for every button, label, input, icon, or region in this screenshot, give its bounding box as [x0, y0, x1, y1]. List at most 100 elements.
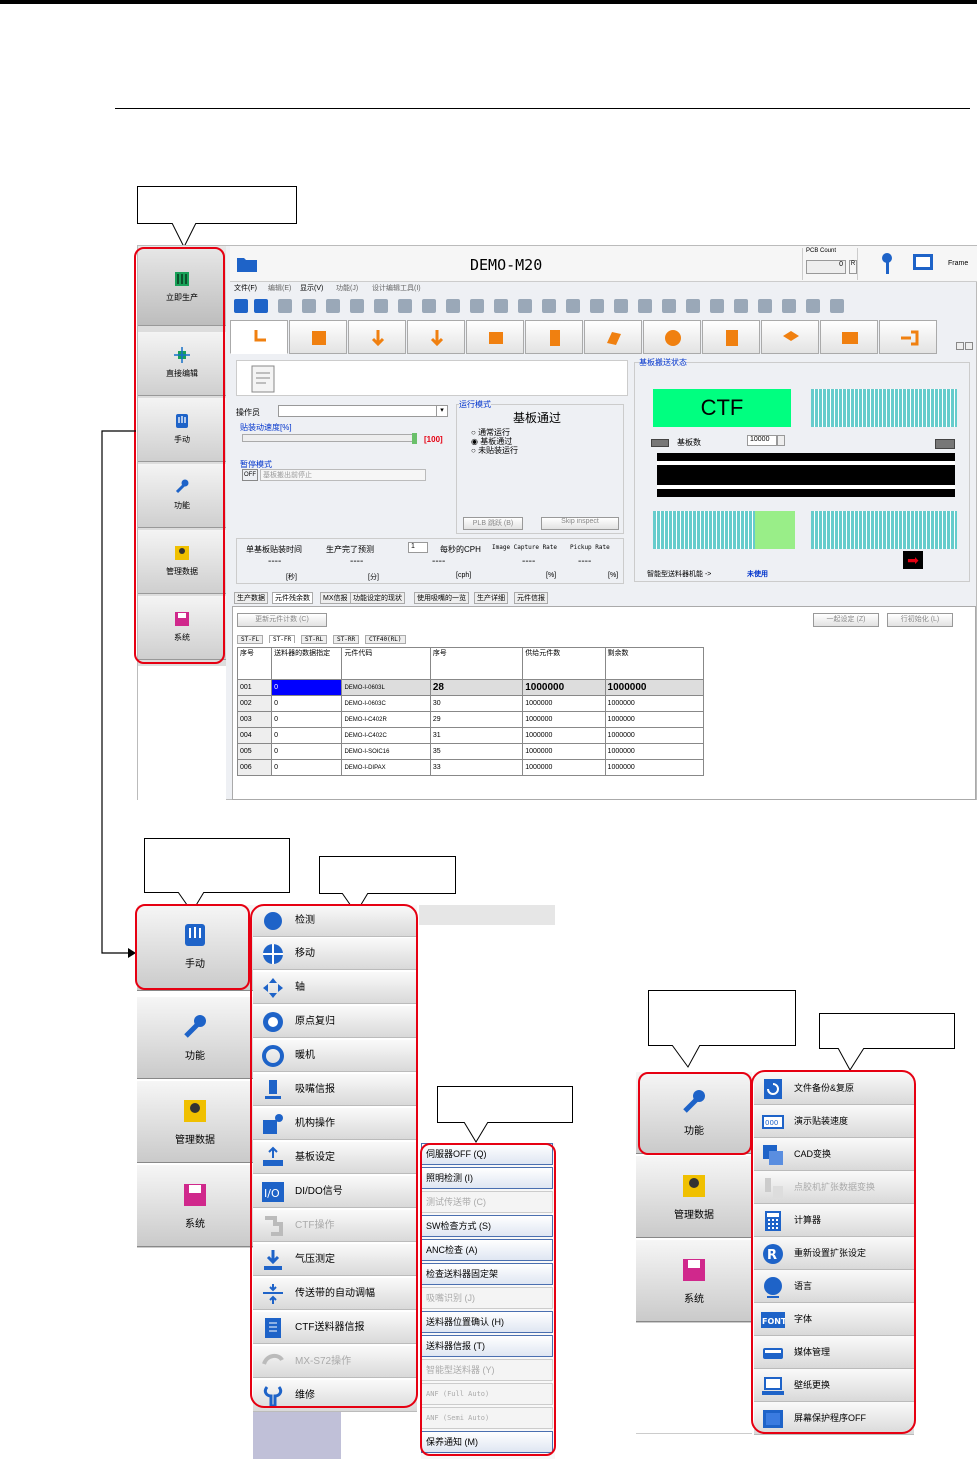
subtab-st-rl[interactable]: ST-RL [301, 635, 328, 644]
arrow-right-icon[interactable]: ➡ [903, 551, 923, 569]
align-center-icon[interactable] [518, 299, 532, 313]
subtab-st-fr[interactable]: ST-FR [269, 635, 296, 643]
slider-thumb[interactable] [412, 433, 417, 444]
notepad-icon[interactable] [249, 364, 279, 394]
subtab-ctf40[interactable]: CTF40(RL) [365, 635, 406, 644]
tab-document[interactable] [702, 320, 760, 354]
align-right-icon[interactable] [542, 299, 556, 313]
tab-transfer[interactable] [879, 320, 937, 354]
stack-icon[interactable] [806, 299, 820, 313]
export-icon[interactable] [830, 299, 844, 313]
subtab-st-fl[interactable]: ST-FL [237, 635, 264, 644]
tab-remaining[interactable]: 元件残余数 [272, 592, 313, 604]
table-row[interactable]: 003 0 DEMO-I-C402R 29 1000000 1000000 [236, 711, 705, 728]
zoom-icon[interactable] [302, 299, 316, 313]
tab-mx-info[interactable]: MX信报 [320, 592, 351, 604]
table-cell[interactable]: 0 [271, 679, 343, 696]
tab-layers[interactable] [761, 320, 819, 354]
monitor-icon[interactable] [912, 253, 934, 273]
copy-icon[interactable] [350, 299, 364, 313]
tab-production-data[interactable]: 生产数据 [234, 592, 268, 604]
tab-board[interactable] [466, 320, 524, 354]
manual-side-label: 系统 [185, 1219, 205, 1230]
manual-side-system[interactable]: 系统 [137, 1165, 253, 1247]
tab-scroll-left-button[interactable] [956, 342, 964, 350]
table-cell: 29 [429, 711, 524, 728]
table-row[interactable]: 001 0 DEMO-I-0603L 28 1000000 1000000 [236, 679, 705, 696]
tab-shape[interactable] [584, 320, 642, 354]
delete-row-icon[interactable] [422, 299, 436, 313]
save-icon[interactable] [254, 299, 268, 313]
tab-nozzle[interactable] [348, 320, 406, 354]
grid-icon[interactable] [662, 299, 676, 313]
tab-placement[interactable] [230, 320, 288, 354]
new-file-icon[interactable] [234, 299, 248, 313]
pause-select[interactable]: 基板搬出前停止 [260, 469, 426, 481]
align-left-icon[interactable] [494, 299, 508, 313]
pcb-count-reset-button[interactable]: R [849, 260, 857, 274]
layout-icon[interactable] [782, 299, 796, 313]
flow-icon[interactable] [590, 299, 604, 313]
update-count-button[interactable]: 更新元件计数 (C) [237, 613, 327, 627]
key-icon[interactable] [880, 252, 894, 276]
check-icon[interactable] [710, 299, 724, 313]
spinner-field[interactable]: 1 [408, 542, 428, 553]
highlight-manual-menu [250, 904, 418, 1408]
tab-scroll-right-button[interactable] [965, 342, 973, 350]
cut-icon[interactable] [326, 299, 340, 313]
board-count-spinner[interactable] [777, 435, 785, 446]
menu-view[interactable]: 显示(V) [300, 283, 323, 293]
manual-side-data[interactable]: 管理数据 [137, 1081, 253, 1163]
callout-function-side-pointer [671, 1045, 701, 1068]
search-icon[interactable] [278, 299, 292, 313]
settings-icon[interactable] [638, 299, 652, 313]
manual-side-function[interactable]: 功能 [137, 997, 253, 1079]
menu-function[interactable]: 功能(J) [336, 283, 358, 293]
tree-icon[interactable] [566, 299, 580, 313]
operator-label: 操作员 [236, 408, 260, 417]
subtabs: ST-FL ST-FR ST-RL ST-RR CTF40(RL) [237, 635, 437, 646]
menu-file[interactable]: 文件(F) [234, 283, 257, 293]
function-side-system[interactable]: 系统 [636, 1240, 752, 1322]
table-cell: 0 [271, 695, 343, 712]
stat-unit: [秒] [286, 574, 297, 581]
skip-inspect-button[interactable]: Skip inspect [541, 517, 619, 530]
speed-slider[interactable] [242, 433, 417, 444]
paste-icon[interactable] [374, 299, 388, 313]
row-init-button[interactable]: 行初始化 (L) [887, 613, 953, 627]
board-count-field[interactable]: 10000 [747, 435, 777, 446]
subtab-st-rr[interactable]: ST-RR [333, 635, 360, 644]
table-row[interactable]: 005 0 DEMO-I-SOIC16 35 1000000 1000000 [236, 743, 705, 760]
menu-tools[interactable]: 设计编辑工具(I) [372, 283, 421, 293]
stat-label: 生产完了预测 [326, 545, 374, 554]
image-icon[interactable] [686, 299, 700, 313]
tab-bars[interactable] [820, 320, 878, 354]
tab-parts[interactable] [525, 320, 583, 354]
function-side-data[interactable]: 管理数据 [636, 1156, 752, 1238]
tab-production-detail[interactable]: 生产详细 [474, 592, 508, 604]
table-row[interactable]: 006 0 DEMO-I-DIPAX 33 1000000 1000000 [236, 759, 705, 776]
pause-toggle[interactable]: OFF [242, 469, 258, 481]
folder-icon[interactable] [236, 255, 258, 273]
table-row[interactable]: 002 0 DEMO-I-0603C 30 1000000 1000000 [236, 695, 705, 712]
plb-skip-button[interactable]: PLB 跳跃 (B) [463, 517, 523, 530]
tab-parts-info[interactable]: 元件信报 [514, 592, 548, 604]
tab-nozzle-list[interactable]: 使用吸嘴的一览 [414, 592, 469, 604]
insert-icon[interactable] [398, 299, 412, 313]
menu-edit[interactable]: 编辑(E) [268, 283, 291, 293]
tab-function-status[interactable]: 功能设定的现状 [350, 592, 405, 604]
pointer-icon[interactable] [734, 299, 748, 313]
table-row[interactable]: 004 0 DEMO-I-C402C 31 1000000 1000000 [236, 727, 705, 744]
operator-select[interactable]: ▾ [278, 405, 448, 417]
undo-icon[interactable] [446, 299, 460, 313]
batch-set-button[interactable]: 一起设定 (Z) [813, 613, 879, 627]
tab-reel[interactable] [643, 320, 701, 354]
run-mode-noplace[interactable]: ○ 未贴装运行 [471, 445, 518, 456]
measure-icon[interactable] [758, 299, 772, 313]
tab-feeder[interactable] [289, 320, 347, 354]
tab-head[interactable] [407, 320, 465, 354]
redo-icon[interactable] [470, 299, 484, 313]
stat-label: Pickup Rate [570, 544, 610, 551]
highlight-function-side [638, 1072, 752, 1155]
pen-icon[interactable] [614, 299, 628, 313]
